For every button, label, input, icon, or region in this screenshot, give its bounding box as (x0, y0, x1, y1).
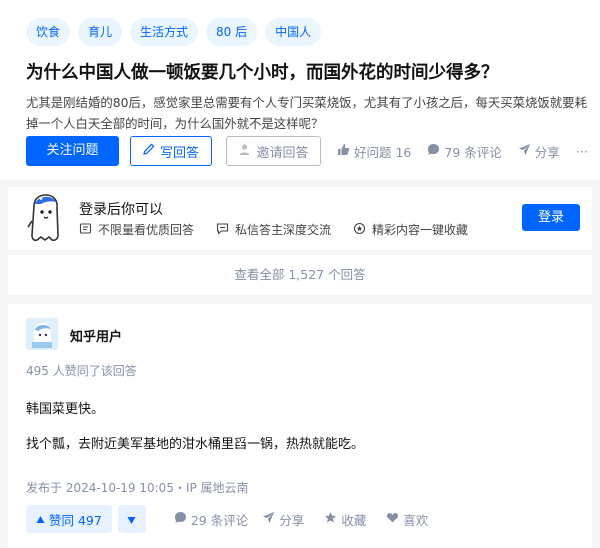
card-icon (79, 222, 92, 238)
answer-share-label: 分享 (279, 512, 305, 528)
answer-author[interactable]: 知乎用户 (70, 326, 122, 345)
comment-icon (174, 511, 187, 527)
answer-share-button[interactable]: 分享 (262, 510, 304, 529)
collect-label: 收藏 (341, 512, 367, 528)
login-feature: 私信答主深度交流 (216, 221, 331, 238)
answer-card: 知乎用户 495 人赞同了该回答 韩国菜更快。 找个瓢，去附近美军基地的泔水桶里… (8, 304, 592, 548)
arrow-down-icon (127, 510, 136, 529)
topic-tag[interactable]: 饮食 (26, 18, 71, 46)
like-label: 喜欢 (403, 512, 429, 528)
question-card: 饮食 育儿 生活方式 80 后 中国人 为什么中国人做一顿饭要几个小时，而国外花… (0, 0, 600, 180)
write-answer-label: 写回答 (159, 145, 199, 161)
topic-tag[interactable]: 育儿 (78, 18, 123, 46)
thumb-up-icon (337, 143, 350, 159)
mascot-icon (25, 191, 65, 243)
question-actions: 关注问题 写回答 邀请回答 好问题 16 79 条评论 分享 ··· (26, 136, 588, 166)
topic-tags: 饮食 育儿 生活方式 80 后 中国人 (26, 18, 322, 46)
upvote-button[interactable]: 赞同 497 (26, 505, 112, 533)
good-question-label: 好问题 16 (354, 144, 412, 160)
login-feature: 不限量看优质回答 (79, 221, 194, 238)
arrow-up-icon (36, 512, 45, 527)
more-button[interactable]: ··· (576, 144, 588, 159)
share-icon (518, 143, 531, 159)
login-feature: 精彩内容一键收藏 (353, 221, 468, 238)
more-icon: ··· (575, 143, 588, 159)
message-icon (216, 222, 229, 238)
answer-comments-label: 29 条评论 (190, 512, 249, 528)
avatar[interactable] (26, 318, 58, 350)
answer-comments-button[interactable]: 29 条评论 (174, 510, 248, 529)
follow-question-button[interactable]: 关注问题 (26, 136, 119, 166)
write-answer-button[interactable]: 写回答 (130, 136, 212, 166)
login-button[interactable]: 登录 (522, 204, 580, 231)
question-comments-label: 79 条评论 (444, 144, 502, 160)
question-share-label: 分享 (534, 144, 560, 160)
topic-tag[interactable]: 中国人 (265, 18, 322, 46)
upvote-label: 赞同 497 (49, 512, 102, 528)
question-detail: 尤其是刚结婚的80后，感觉家里总需要有个人专门买菜烧饭，尤其有了小孩之后，每天买… (26, 95, 587, 131)
heart-icon (386, 511, 399, 527)
topic-tag[interactable]: 80 后 (206, 18, 258, 46)
login-feature-label: 精彩内容一键收藏 (372, 223, 469, 237)
star-icon (324, 511, 337, 527)
view-all-answers-button[interactable]: 查看全部 1,527 个回答 (8, 255, 592, 295)
invite-answer-label: 邀请回答 (256, 145, 309, 161)
login-feature-label: 不限量看优质回答 (98, 223, 195, 237)
answer-actions: 赞同 497 29 条评论 分享 收藏 喜欢 (26, 505, 428, 533)
collect-button[interactable]: 收藏 (324, 510, 366, 529)
answer-paragraph: 韩国菜更快。 (26, 402, 105, 417)
question-comments-button[interactable]: 79 条评论 (427, 142, 502, 161)
collect-icon (353, 222, 366, 238)
pencil-icon (143, 143, 155, 159)
answer-paragraph: 找个瓢，去附近美军基地的泔水桶里舀一锅，热热就能吃。 (26, 437, 365, 452)
topic-tag[interactable]: 生活方式 (130, 18, 199, 46)
share-icon (262, 511, 275, 527)
login-prompt-title: 登录后你可以 (79, 202, 163, 218)
login-feature-label: 私信答主深度交流 (235, 223, 332, 237)
publish-info: 发布于 2024-10-19 10:05・IP 属地云南 (26, 481, 249, 495)
question-share-button[interactable]: 分享 (518, 142, 560, 161)
downvote-button[interactable] (117, 505, 146, 533)
like-button[interactable]: 喜欢 (386, 510, 428, 529)
invite-user-icon (238, 143, 251, 160)
login-prompt-card: 登录后你可以 不限量看优质回答 私信答主深度交流 精彩内容一键收藏 登录 (8, 187, 592, 250)
good-question-button[interactable]: 好问题 16 (337, 142, 411, 161)
question-title[interactable]: 为什么中国人做一顿饭要几个小时，而国外花的时间少得多？ (26, 59, 586, 84)
login-features: 不限量看优质回答 私信答主深度交流 精彩内容一键收藏 (79, 221, 468, 238)
invite-answer-button[interactable]: 邀请回答 (226, 136, 321, 166)
vote-summary: 495 人赞同了该回答 (26, 364, 137, 378)
comment-icon (427, 143, 440, 159)
